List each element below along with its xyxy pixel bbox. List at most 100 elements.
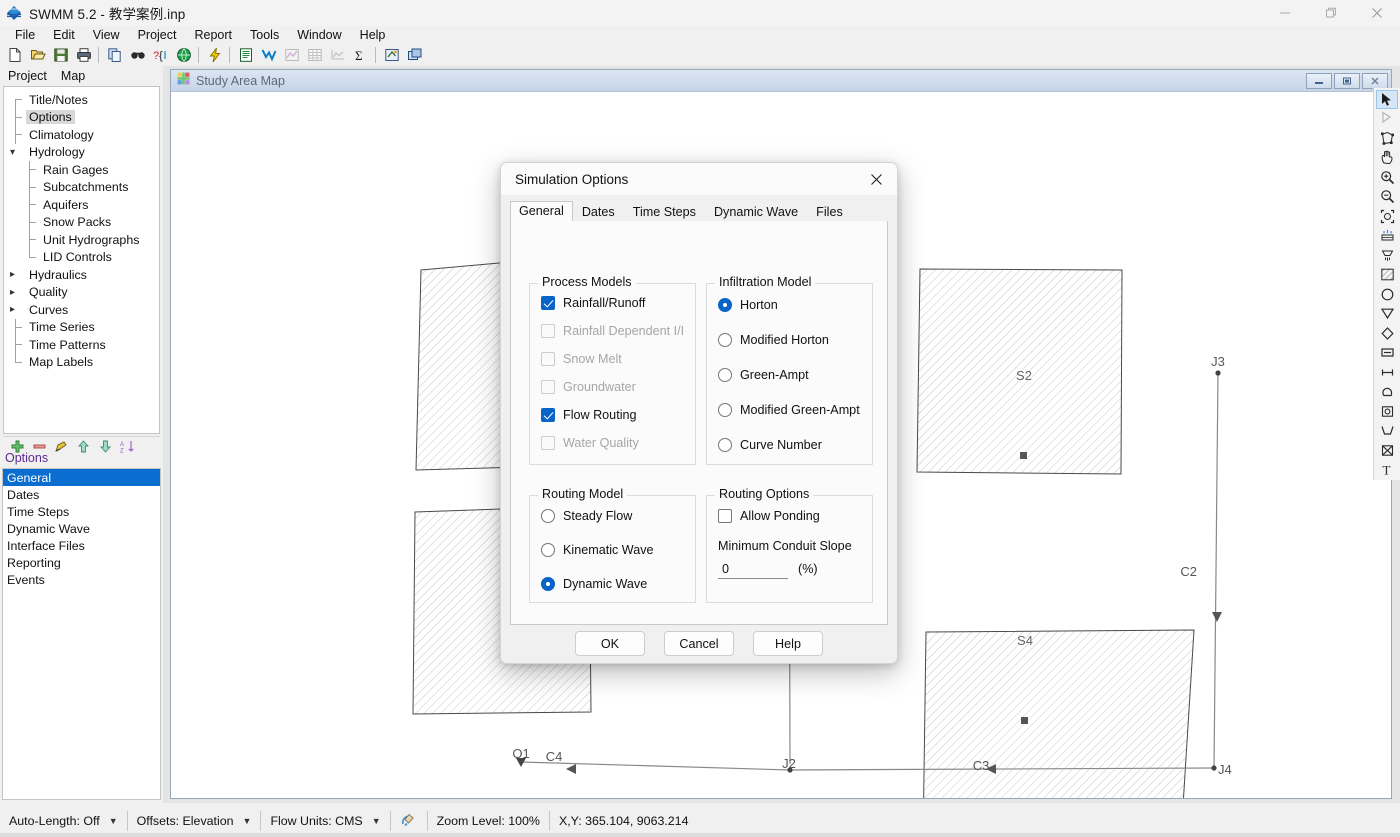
object-item-interface-files[interactable]: Interface Files — [3, 537, 160, 554]
radio-indicator[interactable] — [541, 543, 555, 557]
sort-az-icon[interactable]: AZ — [118, 439, 136, 455]
radio-steady-flow[interactable]: Steady Flow — [541, 506, 695, 526]
zoom-out-tool[interactable] — [1376, 188, 1398, 206]
query-icon[interactable]: ?{ — [149, 45, 172, 66]
radio-indicator[interactable] — [718, 403, 732, 417]
tab-dynamic-wave[interactable]: Dynamic Wave — [705, 202, 807, 222]
add-rain-gage-tool[interactable] — [1376, 227, 1398, 245]
tab-time-steps[interactable]: Time Steps — [624, 202, 705, 222]
checkbox-indicator[interactable] — [541, 324, 555, 338]
chevron-right-icon[interactable]: ▸ — [10, 287, 15, 298]
chevron-down-icon[interactable]: ▼ — [109, 816, 118, 826]
status-offsets[interactable]: Offsets: Elevation ▼ — [128, 808, 261, 834]
radio-modified-green-ampt[interactable]: Modified Green-Ampt — [718, 400, 872, 420]
add-subcatchment-tool[interactable] — [1376, 266, 1398, 284]
checkbox-indicator[interactable] — [541, 380, 555, 394]
profile-plot-icon[interactable] — [326, 45, 349, 66]
move-down-icon[interactable] — [96, 439, 114, 455]
tree-item-unit-hydrographs[interactable]: Unit Hydrographs — [4, 231, 159, 249]
tree-item-snow-packs[interactable]: Snow Packs — [4, 214, 159, 232]
scatter-plot-icon[interactable] — [280, 45, 303, 66]
tree-item-lid-controls[interactable]: LID Controls — [4, 249, 159, 267]
maximize-icon[interactable] — [1308, 0, 1354, 26]
add-weir-tool[interactable] — [1376, 421, 1398, 439]
menu-project[interactable]: Project — [129, 27, 186, 43]
menu-help[interactable]: Help — [351, 27, 395, 43]
radio-modified-horton[interactable]: Modified Horton — [718, 330, 872, 350]
open-file-icon[interactable] — [26, 45, 49, 66]
menu-tools[interactable]: Tools — [241, 27, 288, 43]
object-item-dynamic-wave[interactable]: Dynamic Wave — [3, 520, 160, 537]
add-orifice-tool[interactable] — [1376, 402, 1398, 420]
browser-tab-map[interactable]: Map — [55, 69, 93, 84]
checkbox-rainfall-dependent-ii[interactable]: Rainfall Dependent I/I — [541, 321, 695, 341]
save-file-icon[interactable] — [49, 45, 72, 66]
tree-item-quality[interactable]: ▸Quality — [4, 284, 159, 302]
checkbox-water-quality[interactable]: Water Quality — [541, 433, 695, 453]
add-divider-tool[interactable] — [1376, 324, 1398, 342]
close-icon[interactable] — [1362, 73, 1388, 89]
add-conduit-tool[interactable] — [1376, 363, 1398, 381]
object-item-dates[interactable]: Dates — [3, 486, 160, 503]
tree-item-aquifers[interactable]: Aquifers — [4, 196, 159, 214]
checkbox-indicator[interactable] — [541, 436, 555, 450]
chevron-right-icon[interactable]: ▸ — [10, 304, 15, 315]
run-status-icon[interactable] — [391, 808, 427, 834]
checkbox-flow-routing[interactable]: Flow Routing — [541, 405, 695, 425]
run-simulation-icon[interactable] — [203, 45, 226, 66]
new-file-icon[interactable] — [3, 45, 26, 66]
copy-icon[interactable] — [103, 45, 126, 66]
checkbox-groundwater[interactable]: Groundwater — [541, 377, 695, 397]
object-list[interactable]: General Dates Time Steps Dynamic Wave In… — [2, 468, 161, 800]
chevron-down-icon[interactable]: ▼ — [372, 816, 381, 826]
tree-item-time-series[interactable]: Time Series — [4, 319, 159, 337]
cancel-button[interactable]: Cancel — [664, 631, 734, 656]
menu-window[interactable]: Window — [288, 27, 350, 43]
tree-item-climatology[interactable]: Climatology — [4, 126, 159, 144]
menu-file[interactable]: File — [6, 27, 44, 43]
radio-curve-number[interactable]: Curve Number — [718, 435, 872, 455]
tree-item-subcatchments[interactable]: Subcatchments — [4, 179, 159, 197]
tree-item-hydraulics[interactable]: ▸Hydraulics — [4, 266, 159, 284]
browser-tab-project[interactable]: Project — [2, 69, 55, 84]
print-icon[interactable] — [72, 45, 95, 66]
object-item-reporting[interactable]: Reporting — [3, 554, 160, 571]
radio-indicator[interactable] — [541, 577, 555, 591]
zoom-in-tool[interactable] — [1376, 168, 1398, 186]
checkbox-indicator[interactable] — [718, 509, 732, 523]
pan-hand-tool[interactable] — [1376, 149, 1398, 167]
edit-object-icon[interactable] — [52, 439, 70, 455]
object-item-time-steps[interactable]: Time Steps — [3, 503, 160, 520]
tree-item-hydrology[interactable]: ▾Hydrology — [4, 144, 159, 162]
tab-files[interactable]: Files — [807, 202, 852, 222]
object-item-general[interactable]: General — [3, 469, 160, 486]
tree-item-map-labels[interactable]: Map Labels — [4, 354, 159, 372]
close-icon[interactable] — [1354, 0, 1400, 26]
checkbox-snow-melt[interactable]: Snow Melt — [541, 349, 695, 369]
minimize-icon[interactable] — [1262, 0, 1308, 26]
help-button[interactable]: Help — [753, 631, 823, 656]
add-junction-tool[interactable] — [1376, 285, 1398, 303]
checkbox-indicator[interactable] — [541, 296, 555, 310]
arrange-windows-icon[interactable] — [403, 45, 426, 66]
checkbox-rainfall-runoff[interactable]: Rainfall/Runoff — [541, 293, 695, 313]
add-label-tool[interactable]: T — [1376, 460, 1398, 478]
add-pump-tool[interactable] — [1376, 383, 1398, 401]
checkbox-indicator[interactable] — [541, 352, 555, 366]
radio-indicator[interactable] — [541, 509, 555, 523]
radio-dynamic-wave[interactable]: Dynamic Wave — [541, 574, 695, 594]
maximize-icon[interactable] — [1334, 73, 1360, 89]
tree-item-curves[interactable]: ▸Curves — [4, 301, 159, 319]
chevron-down-icon[interactable]: ▼ — [243, 816, 252, 826]
radio-indicator[interactable] — [718, 333, 732, 347]
find-icon[interactable] — [126, 45, 149, 66]
tree-item-options[interactable]: Options — [4, 109, 159, 127]
vertex-select-tool[interactable] — [1376, 110, 1398, 128]
menu-edit[interactable]: Edit — [44, 27, 84, 43]
chevron-right-icon[interactable]: ▸ — [10, 269, 15, 280]
tree-item-title-notes[interactable]: Title/Notes — [4, 91, 159, 109]
pan-shape-tool[interactable] — [1376, 129, 1398, 147]
tree-item-time-patterns[interactable]: Time Patterns — [4, 336, 159, 354]
status-auto-length[interactable]: Auto-Length: Off ▼ — [0, 808, 127, 834]
tab-dates[interactable]: Dates — [573, 202, 624, 222]
